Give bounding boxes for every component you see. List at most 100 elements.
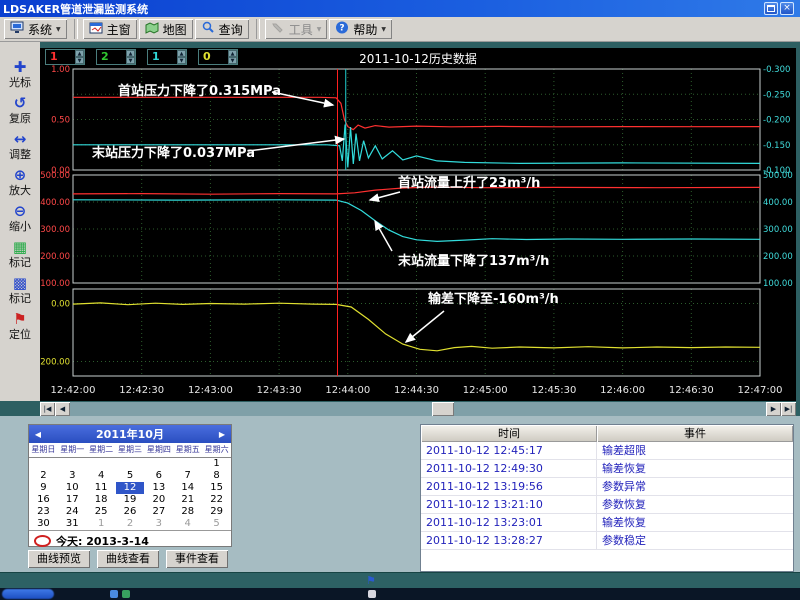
calendar-day[interactable]: 30 [29,518,58,530]
scrollbar-track[interactable] [70,402,766,416]
calendar-day[interactable]: 22 [202,494,231,506]
restore-icon [767,5,775,12]
calendar-day[interactable]: 25 [87,506,116,518]
calendar-day[interactable]: 16 [29,494,58,506]
calendar-day[interactable]: 10 [58,482,87,494]
chart-hscrollbar[interactable]: |◀ ◀ ▶ ▶| [40,402,796,416]
table-row[interactable]: 2011-10-12 12:45:17 输差超限 [421,442,793,460]
calendar-day[interactable]: 7 [173,470,202,482]
calendar-day[interactable]: 11 [87,482,116,494]
calendar-today-row[interactable]: 今天: 2013-3-14 [29,530,231,551]
calendar-week-row: 30 31 1 2 3 4 5 [29,518,231,530]
taskbar-icon[interactable] [122,590,130,598]
scrollbar-thumb[interactable] [431,402,454,416]
curve-view-button[interactable]: 曲线查看 [97,550,159,568]
restore-button[interactable] [764,2,778,15]
calendar-prev-icon[interactable]: ◀ [29,430,47,439]
menu-system[interactable]: 系统 ▼ [4,19,67,39]
event-time-cell: 2011-10-12 13:28:27 [421,532,597,549]
calendar-day[interactable]: 18 [87,494,116,506]
calendar-day[interactable]: 21 [173,494,202,506]
sidebar-item-mark[interactable]: ▦ 标记 [0,238,40,270]
calendar-day[interactable]: 1 [87,518,116,530]
table-row[interactable]: 2011-10-12 12:49:30 输差恢复 [421,460,793,478]
col-header-time[interactable]: 时间 [421,425,597,442]
calendar-day[interactable]: 20 [144,494,173,506]
sidebar-item-mark2[interactable]: ▩ 标记 [0,275,40,306]
calendar-next-icon[interactable]: ▶ [213,430,231,439]
menu-query[interactable]: 查询 [194,19,249,39]
menu-main-window[interactable]: 主窗 [82,19,137,39]
scroll-end-icon[interactable]: ▶| [781,402,796,416]
calendar-day[interactable]: 31 [58,518,87,530]
calendar-day[interactable]: 17 [58,494,87,506]
chevron-down-icon: ▼ [381,25,386,33]
calendar-day[interactable]: 29 [202,506,231,518]
calendar-day[interactable]: 19 [116,494,145,506]
calendar-day[interactable]: 28 [173,506,202,518]
chart-canvas[interactable]: 1.000.500.00-0.300-0.250-0.200-0.150-0.1… [40,65,796,401]
calendar-week-row: 23 24 25 26 27 28 29 [29,506,231,518]
calendar-day[interactable]: 23 [29,506,58,518]
table-row[interactable]: 2011-10-12 13:21:10 参数恢复 [421,496,793,514]
calendar-day[interactable]: 2 [29,470,58,482]
calendar-day[interactable]: 4 [173,518,202,530]
calendar-day[interactable]: 5 [202,518,231,530]
annotation-arrow [368,191,401,203]
today-circle-icon [34,535,51,547]
table-row[interactable]: 2011-10-12 13:19:56 参数异常 [421,478,793,496]
calendar-day[interactable]: 8 [202,470,231,482]
calendar-day[interactable]: 13 [144,482,173,494]
menu-help[interactable]: ? 帮助 ▼ [329,19,392,39]
menu-map[interactable]: 地图 [138,19,193,39]
x-axis-label: 12:42:30 [119,385,164,396]
calendar-day[interactable]: 5 [116,470,145,482]
mark-icon: ▦ [12,238,28,256]
calendar-day [58,458,87,470]
sidebar-item-label: 调整 [9,148,31,161]
close-button[interactable]: × [780,2,794,15]
table-row[interactable]: 2011-10-12 13:28:27 参数稳定 [421,532,793,550]
scroll-home-icon[interactable]: |◀ [40,402,55,416]
calendar-day[interactable]: 27 [144,506,173,518]
curve-preview-button[interactable]: 曲线预览 [28,550,90,568]
col-header-event[interactable]: 事件 [597,425,793,442]
start-button[interactable] [2,589,54,599]
toolbar-separator [73,19,78,39]
sidebar-item-zoom-in[interactable]: ⊕ 放大 [0,167,40,198]
events-table-header: 时间 事件 [421,425,793,442]
x-axis-label: 12:43:30 [257,385,302,396]
taskbar-icon[interactable] [368,590,376,598]
calendar-day[interactable]: 4 [87,470,116,482]
sidebar-item-zoom-out[interactable]: ⊖ 缩小 [0,203,40,234]
calendar-month-label: 2011年10月 [96,428,164,441]
table-row[interactable]: 2011-10-12 13:23:01 输差恢复 [421,514,793,532]
chart-area: 1 ▲ ▼ 2 ▲ ▼ 1 ▲ ▼ 0 ▲ ▼ 2011-10-12历史数据 1.00 0.50 0.00… [40,48,796,401]
calendar-day[interactable]: 3 [144,518,173,530]
event-name-cell: 参数恢复 [602,498,646,511]
scroll-right-icon[interactable]: ▶ [766,402,781,416]
calendar-day[interactable]: 6 [144,470,173,482]
sidebar-item-undo[interactable]: ↺ 复原 [0,95,40,126]
calendar-day[interactable]: 26 [116,506,145,518]
calendar-day[interactable]: 14 [173,482,202,494]
action-button-row: 曲线预览 曲线查看 事件查看 [28,550,228,568]
event-view-button[interactable]: 事件查看 [166,550,228,568]
calendar-day[interactable]: 15 [202,482,231,494]
weekday-label: 星期四 [146,445,171,454]
sidebar-item-adjust[interactable]: ↔ 调整 [0,131,40,162]
calendar-day[interactable]: 24 [58,506,87,518]
sidebar-item-cursor-cross[interactable]: ✚ 光标 [0,59,40,90]
calendar-day[interactable]: 9 [29,482,58,494]
calendar-day[interactable]: 12 [115,482,145,494]
calendar-week-row: 1 [29,458,231,470]
sidebar-item-locate-flag[interactable]: ⚑ 定位 [0,311,40,342]
sidebar-item-label: 复原 [9,112,31,125]
calendar-day[interactable]: 2 [116,518,145,530]
bottom-panel: ◀ 2011年10月 ▶ 星期日 星期一 星期二 星期三 星期四 星期五 星期六 12345… [0,416,800,572]
scroll-left-icon[interactable]: ◀ [55,402,70,416]
x-axis-label: 12:44:30 [394,385,439,396]
calendar-day[interactable]: 1 [202,458,231,470]
taskbar-icon[interactable] [110,590,118,598]
calendar-day[interactable]: 3 [58,470,87,482]
